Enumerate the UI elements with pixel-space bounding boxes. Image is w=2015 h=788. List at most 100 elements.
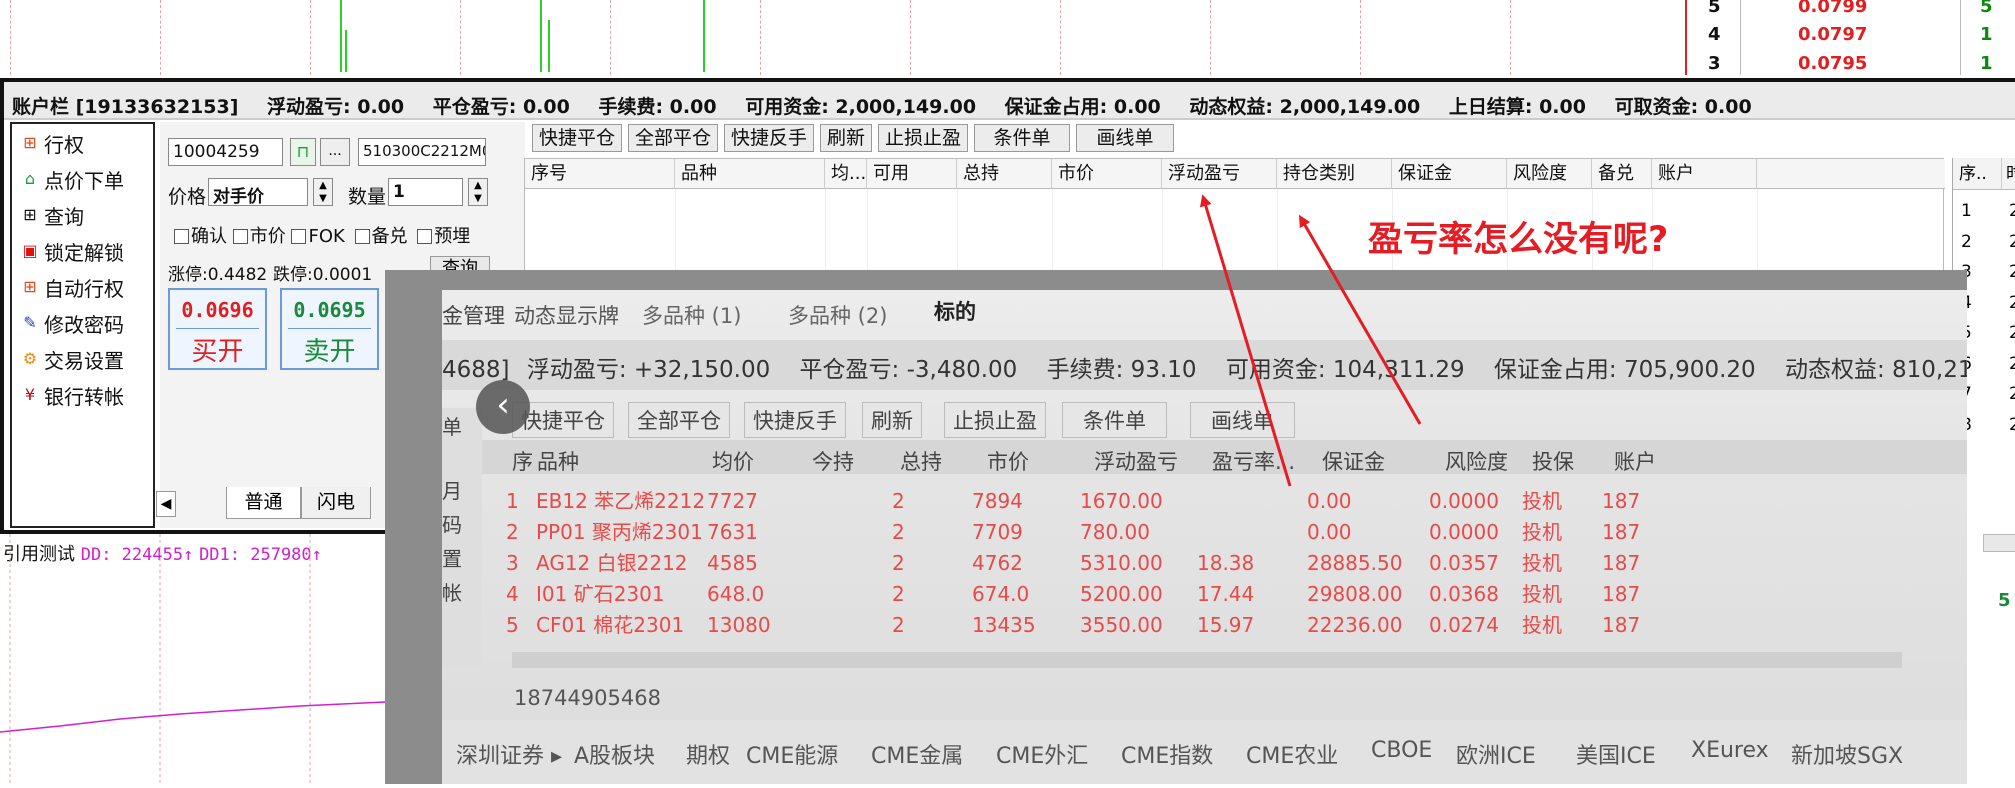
right-list-header[interactable]: 序.. bbox=[1959, 164, 1987, 184]
line-order-button[interactable]: 画线单 bbox=[1076, 124, 1174, 152]
level-number: 3 bbox=[1708, 53, 1721, 74]
more-button[interactable]: ... bbox=[320, 138, 350, 166]
grid-icon: ⊞ bbox=[23, 277, 37, 296]
col-position-type[interactable]: 持仓类别 bbox=[1277, 159, 1392, 189]
prev-settlement: 上日结算: 0.00 bbox=[1448, 96, 1586, 118]
level-price: 0.0795 bbox=[1798, 53, 1868, 74]
quantity-label: 数量 bbox=[348, 186, 387, 208]
sell-price: 0.0695 bbox=[293, 298, 366, 322]
close-all-button[interactable]: 全部平仓 bbox=[628, 124, 718, 152]
photo-side-labels: 单月 码置帐 bbox=[442, 415, 462, 605]
right-list-scrollbar[interactable] bbox=[1983, 534, 2015, 552]
edit-icon: ✎ bbox=[23, 313, 37, 332]
tab-normal[interactable]: 普通 bbox=[226, 487, 301, 519]
refresh-button[interactable]: 刷新 bbox=[820, 124, 872, 152]
list-item: 2 bbox=[1961, 231, 1972, 252]
nav-label: 自动行权 bbox=[44, 276, 124, 301]
col-float-pl[interactable]: 浮动盈亏 bbox=[1162, 159, 1277, 189]
indicator-chart bbox=[0, 534, 386, 784]
unlock-icon[interactable]: ⊓ bbox=[290, 138, 316, 166]
col-avg[interactable]: 均... bbox=[825, 159, 867, 189]
nav-trade-settings[interactable]: ⚙ 交易设置 bbox=[20, 344, 124, 374]
level-qty: 5 bbox=[1980, 0, 1993, 17]
col-account[interactable]: 账户 bbox=[1652, 159, 1757, 189]
available-funds: 可用资金: 2,000,149.00 bbox=[745, 96, 977, 118]
yen-icon: ¥ bbox=[24, 385, 36, 404]
order-options: 确认 市价 FOK 备兑 预埋 bbox=[174, 222, 470, 248]
account-number-field[interactable]: 10004259 bbox=[168, 138, 283, 166]
level-qty: 1 bbox=[1980, 24, 1993, 45]
withdrawable: 可取资金: 0.00 bbox=[1614, 96, 1752, 118]
back-circle-icon[interactable]: ‹ bbox=[476, 380, 530, 434]
nav-lock[interactable]: ▣ 锁定解锁 bbox=[20, 236, 124, 266]
col-product[interactable]: 品种 bbox=[675, 159, 825, 189]
photo-scrollbar bbox=[512, 652, 1902, 668]
nav-label: 查询 bbox=[44, 204, 84, 229]
quick-reverse-button[interactable]: 快捷反手 bbox=[724, 124, 814, 152]
col-index[interactable]: 序号 bbox=[525, 159, 675, 189]
price-label: 价格 bbox=[168, 186, 207, 208]
right-edge-value: 5 bbox=[1998, 590, 2011, 611]
fok-checkbox[interactable]: FOK bbox=[291, 226, 345, 247]
col-margin[interactable]: 保证金 bbox=[1392, 159, 1507, 189]
grid-icon: ⊞ bbox=[23, 133, 37, 152]
sell-open-button[interactable]: 0.0695 卖开 bbox=[280, 288, 379, 370]
conditional-order-button[interactable]: 条件单 bbox=[974, 124, 1070, 152]
level-price: 0.0797 bbox=[1798, 24, 1868, 45]
sell-label: 卖开 bbox=[303, 337, 356, 367]
photo-phone: 18744905468 bbox=[514, 686, 661, 710]
col-market-price[interactable]: 市价 bbox=[1052, 159, 1162, 189]
contract-code-field[interactable]: 510300C2212M03 bbox=[358, 138, 486, 166]
scroll-left-button[interactable]: ◀ bbox=[156, 491, 176, 517]
order-mode-tabs: ◀ 普通 闪电 bbox=[156, 487, 396, 527]
nav-bank-transfer[interactable]: ¥ 银行转帐 bbox=[20, 380, 124, 410]
nav-auto-exercise[interactable]: ⊞ 自动行权 bbox=[20, 272, 124, 302]
reference-photo: 金管理 动态显示牌 多品种 (1) 多品种 (2) 标的 4688] 浮动盈亏:… bbox=[385, 270, 1967, 784]
confirm-checkbox[interactable]: 确认 bbox=[174, 226, 227, 247]
margin-used: 保证金占用: 0.00 bbox=[1004, 96, 1161, 118]
annotation-question: 盈亏率怎么没有呢? bbox=[1368, 220, 1669, 260]
nav-label: 银行转帐 bbox=[44, 384, 124, 409]
left-nav: ⊞ 行权 ⌂ 点价下单 ⊞ 查询 ▣ 锁定解锁 ⊞ 自动行权 ✎ 修改密码 ⚙ 交易设置 ¥ 银… bbox=[10, 122, 155, 528]
limit-up: 涨停:0.4482 bbox=[168, 265, 268, 285]
preset-checkbox[interactable]: 预埋 bbox=[413, 226, 470, 247]
buy-open-button[interactable]: 0.0696 买开 bbox=[168, 288, 267, 370]
bottom-chart-area bbox=[0, 534, 386, 784]
quick-close-button[interactable]: 快捷平仓 bbox=[532, 124, 622, 152]
nav-label: 点价下单 bbox=[44, 168, 124, 193]
close-pl: 平仓盈亏: 0.00 bbox=[432, 96, 570, 118]
price-select[interactable]: 对手价 bbox=[208, 178, 308, 206]
nav-label: 行权 bbox=[44, 132, 84, 157]
order-book-top: 5 0.0799 5 4 0.0797 1 3 0.0795 1 bbox=[1686, 0, 2015, 75]
gear-icon: ⚙ bbox=[22, 349, 38, 368]
list-item: 1 bbox=[1961, 201, 1972, 221]
quantity-input[interactable]: 1 bbox=[388, 178, 463, 206]
covered-checkbox[interactable]: 备兑 bbox=[351, 226, 408, 247]
tab-lightning[interactable]: 闪电 bbox=[301, 487, 371, 519]
col-covered[interactable]: 备兑 bbox=[1592, 159, 1652, 189]
nav-change-password[interactable]: ✎ 修改密码 bbox=[20, 308, 124, 338]
dynamic-equity: 动态权益: 2,000,149.00 bbox=[1189, 96, 1421, 118]
account-bar: 账户栏 [19133632153] 浮动盈亏: 0.00 平仓盈亏: 0.00 … bbox=[4, 82, 2015, 120]
limit-down: 跌停:0.0001 bbox=[273, 265, 373, 285]
nav-label: 锁定解锁 bbox=[44, 240, 124, 265]
level-qty: 1 bbox=[1980, 53, 1993, 74]
quantity-stepper[interactable]: ▲ ▼ bbox=[468, 178, 488, 206]
stop-loss-button[interactable]: 止损止盈 bbox=[878, 124, 968, 152]
price-spinner[interactable]: ▲ ▼ bbox=[313, 178, 333, 206]
nav-query[interactable]: ⊞ 查询 bbox=[20, 200, 84, 230]
positions-toolbar: 快捷平仓 全部平仓 快捷反手 刷新 止损止盈 条件单 画线单 bbox=[530, 122, 2015, 158]
nav-label: 修改密码 bbox=[44, 312, 124, 337]
col-risk[interactable]: 风险度 bbox=[1507, 159, 1592, 189]
photo-account-line: 4688] 浮动盈亏: +32,150.00 平仓盈亏: -3,480.00 手… bbox=[442, 357, 1967, 383]
level-number: 4 bbox=[1708, 24, 1721, 45]
col-available[interactable]: 可用 bbox=[867, 159, 957, 189]
nav-point-order[interactable]: ⌂ 点价下单 bbox=[20, 164, 124, 194]
col-total[interactable]: 总持 bbox=[957, 159, 1052, 189]
right-list-header-time[interactable]: 时 bbox=[2001, 158, 2015, 190]
market-checkbox[interactable]: 市价 bbox=[232, 226, 286, 247]
account-id: 账户栏 [19133632153] bbox=[12, 96, 239, 118]
right-list-col2: 2222 2222 bbox=[2009, 201, 2015, 435]
plus-box-icon: ⊞ bbox=[23, 205, 37, 224]
nav-exercise[interactable]: ⊞ 行权 bbox=[20, 128, 84, 158]
